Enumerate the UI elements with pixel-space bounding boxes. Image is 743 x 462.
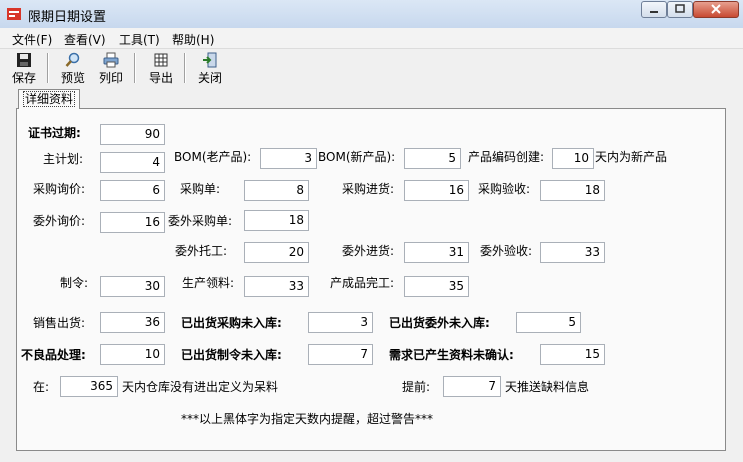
demand-unconfirmed-label: 需求已产生资料未确认: [389,348,514,362]
shipped-purchase-label: 已出货采购未入库: [181,316,282,330]
main-plan-label: 主计划: [43,152,84,166]
purchase-inspection-label: 采购验收: [478,182,531,196]
main-plan-input[interactable]: 4 [100,152,165,173]
menu-view[interactable]: 查看(V) [64,31,106,48]
purchase-inspection-input[interactable]: 18 [540,180,605,201]
defect-handling-label: 不良品处理: [21,348,86,362]
save-label: 保存 [11,71,36,85]
advance-suffix: 天推送缺料信息 [505,380,590,394]
window-title: 限期日期设置 [28,10,107,25]
close-tool-button[interactable]: 关闭 [195,52,225,86]
cert-expiry-input[interactable]: 90 [100,124,165,145]
magnifier-icon [65,52,80,67]
printer-icon [103,52,119,68]
print-label: 列印 [98,71,123,85]
outsource-inquiry-label: 委外询价: [33,214,86,228]
shipped-make-input[interactable]: 7 [308,344,373,365]
idle-stock-input[interactable]: 365 [60,376,118,397]
purchase-order-label: 采购单: [180,182,221,196]
reminder-note: ***以上黑体字为指定天数内提醒，超过警告*** [181,412,434,426]
code-create-label: 产品编码创建: [468,150,545,164]
advance-input[interactable]: 7 [443,376,501,397]
tab-details-label: 详细资料 [23,91,76,107]
outsource-consign-input[interactable]: 20 [244,242,309,263]
menu-tools[interactable]: 工具(T) [119,31,160,48]
outsource-inspection-input[interactable]: 33 [540,242,605,263]
demand-unconfirmed-input[interactable]: 15 [540,344,605,365]
outsource-inspection-label: 委外验收: [480,244,533,258]
preview-button[interactable]: 预览 [58,52,88,86]
minimize-button[interactable] [641,1,667,18]
close-button[interactable] [693,1,739,18]
production-pick-input[interactable]: 33 [244,276,309,297]
sales-shipment-label: 销售出货: [33,316,86,330]
bom-old-label: BOM(老产品): [174,150,252,164]
export-button[interactable]: 导出 [146,52,176,86]
app-icon [6,6,22,22]
purchase-inquiry-label: 采购询价: [33,182,86,196]
toolbar-separator [47,53,49,83]
outsource-consign-label: 委外托工: [175,244,228,258]
purchase-receipt-label: 采购进货: [342,182,395,196]
outsource-order-input[interactable]: 18 [244,210,309,231]
bom-new-input[interactable]: 5 [404,148,461,169]
exit-door-icon [203,52,217,68]
idle-stock-label: 在: [33,380,50,394]
shipped-outsource-input[interactable]: 5 [516,312,581,333]
sales-shipment-input[interactable]: 36 [100,312,165,333]
bom-new-label: BOM(新产品): [318,150,396,164]
menu-bar [0,28,743,49]
export-grid-icon [154,53,168,67]
make-order-input[interactable]: 30 [100,276,165,297]
toolbar-separator [134,53,136,83]
outsource-receipt-input[interactable]: 31 [404,242,469,263]
finished-goods-label: 产成品完工: [330,276,395,290]
purchase-receipt-input[interactable]: 16 [404,180,469,201]
close-icon [711,4,721,14]
purchase-inquiry-input[interactable]: 6 [100,180,165,201]
idle-stock-suffix: 天内仓库没有进出定义为呆料 [122,380,279,394]
save-button[interactable]: 保存 [9,52,39,86]
export-label: 导出 [148,71,173,85]
close-tool-label: 关闭 [197,71,222,85]
code-create-input[interactable]: 10 [552,148,594,169]
shipped-make-label: 已出货制令未入库: [181,348,282,362]
minimize-icon [650,11,658,13]
production-pick-label: 生产领料: [182,276,235,290]
outsource-inquiry-input[interactable]: 16 [100,212,165,233]
outsource-order-label: 委外采购单: [168,214,233,228]
cert-expiry-label: 证书过期: [28,126,81,140]
maximize-icon [675,4,685,13]
shipped-outsource-label: 已出货委外未入库: [389,316,490,330]
menu-help[interactable]: 帮助(H) [172,31,214,48]
make-order-label: 制令: [60,276,89,290]
floppy-disk-icon [17,53,31,67]
advance-label: 提前: [402,380,431,394]
finished-goods-input[interactable]: 35 [404,276,469,297]
shipped-purchase-input[interactable]: 3 [308,312,373,333]
menu-file[interactable]: 文件(F) [12,31,52,48]
print-button[interactable]: 列印 [96,52,126,86]
title-bar [0,0,743,29]
defect-handling-input[interactable]: 10 [100,344,165,365]
purchase-order-input[interactable]: 8 [244,180,309,201]
preview-label: 预览 [60,71,85,85]
tab-details[interactable]: 详细资料 [18,89,81,109]
toolbar-separator [184,53,186,83]
outsource-receipt-label: 委外进货: [342,244,395,258]
bom-old-input[interactable]: 3 [260,148,317,169]
code-create-suffix: 天内为新产品 [595,150,668,164]
maximize-button[interactable] [667,1,693,18]
